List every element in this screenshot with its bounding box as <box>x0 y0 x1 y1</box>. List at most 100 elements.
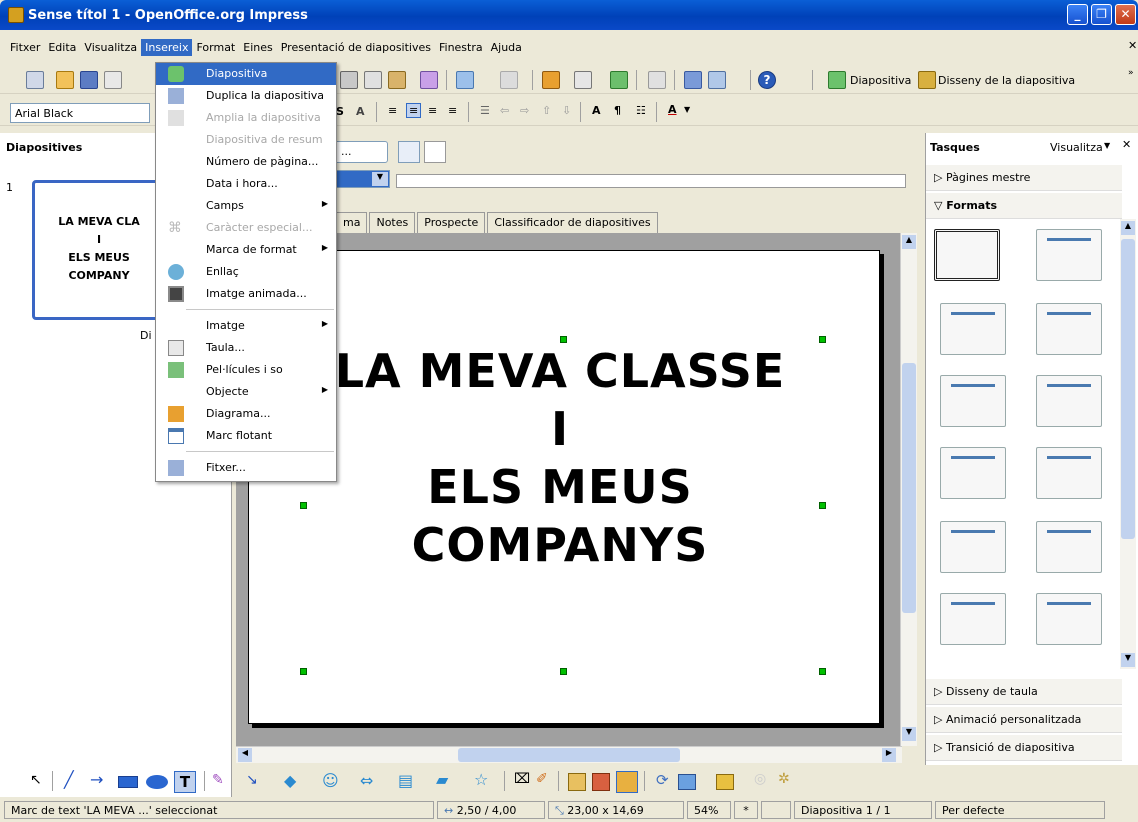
tasks-close-icon[interactable]: ✕ <box>1122 138 1131 151</box>
help-icon[interactable]: ? <box>758 71 776 89</box>
scroll-up-icon[interactable]: ▲ <box>1121 221 1135 235</box>
connector-icon[interactable]: ↘ <box>246 772 258 788</box>
scroll-left-icon[interactable]: ◀ <box>238 748 252 762</box>
menu-item-slide[interactable]: Diapositiva <box>156 63 336 85</box>
menu-item-date-time[interactable]: Data i hora... <box>156 173 336 195</box>
layout-title-object[interactable] <box>1036 375 1102 427</box>
menu-eines[interactable]: Eines <box>239 39 276 56</box>
close-document-icon[interactable]: ✕ <box>1124 37 1138 54</box>
undo-icon[interactable] <box>456 71 474 89</box>
menu-item-page-number[interactable]: Número de pàgina... <box>156 151 336 173</box>
combo-dropdown-icon[interactable]: ▼ <box>372 172 388 186</box>
text-tool-icon[interactable]: T <box>174 771 196 793</box>
scroll-right-icon[interactable]: ▶ <box>882 748 896 762</box>
zoom-icon[interactable] <box>708 71 726 89</box>
selection-handle[interactable] <box>300 668 307 675</box>
tasks-view-button[interactable]: Visualitza <box>1050 141 1103 154</box>
layout-title-text-clipart[interactable] <box>940 593 1006 645</box>
layout-title-chart-text[interactable] <box>1036 593 1102 645</box>
menu-item-formatting-mark[interactable]: Marca de format ▶ <box>156 239 336 261</box>
menu-fitxer[interactable]: Fitxer <box>6 39 44 56</box>
arrow-up-icon[interactable]: ⇧ <box>542 104 551 117</box>
menu-format[interactable]: Format <box>192 39 239 56</box>
gallery-icon[interactable] <box>592 773 610 791</box>
vertical-scrollbar[interactable]: ▲ ▼ <box>900 233 917 746</box>
section-custom-animation[interactable]: ▷ Animació personalitzada <box>926 707 1122 733</box>
justify-icon[interactable]: ≡ <box>448 104 457 117</box>
list-view-icon[interactable] <box>424 141 446 163</box>
align-center-icon[interactable]: ≡ <box>406 103 422 118</box>
select-arrow-icon[interactable]: ↖ <box>30 772 42 788</box>
tab-handout[interactable]: Prospecte <box>417 212 486 234</box>
alignment-icon[interactable] <box>678 774 696 790</box>
layout-title-content[interactable] <box>940 303 1006 355</box>
layouts-scrollbar[interactable]: ▲ ▼ <box>1120 219 1136 669</box>
tab-normal[interactable]: ma <box>336 212 368 234</box>
grid-view-icon[interactable] <box>398 141 420 163</box>
layout-title-only[interactable] <box>1036 229 1102 281</box>
table-icon[interactable] <box>574 71 592 89</box>
extrusion-icon[interactable]: ◎ <box>754 771 766 787</box>
toolbar-overflow-icon[interactable]: » <box>1128 68 1134 78</box>
align-left-icon[interactable]: ≡ <box>388 104 397 117</box>
menu-item-hyperlink[interactable]: Enllaç <box>156 261 336 283</box>
menu-item-chart[interactable]: Diagrama... <box>156 403 336 425</box>
paragraph-icon[interactable]: ¶ <box>614 104 621 117</box>
block-arrows-icon[interactable]: ⇔ <box>360 771 373 790</box>
stars-icon[interactable]: ☆ <box>474 770 488 789</box>
bullets-numbering-icon[interactable]: ☷ <box>636 104 646 117</box>
layout-title-text-chart[interactable] <box>1036 521 1102 573</box>
layout-title-two-content[interactable] <box>1036 303 1102 355</box>
shadow-icon[interactable]: S <box>336 105 344 118</box>
points-icon[interactable]: ⌧ <box>514 771 530 787</box>
scroll-down-icon[interactable]: ▼ <box>1121 653 1135 667</box>
menu-visualitza[interactable]: Visualitza <box>80 39 141 56</box>
slide-design-button[interactable]: Disseny de la diapositiva <box>938 74 1075 87</box>
tasks-view-dropdown-icon[interactable]: ▼ <box>1104 141 1110 150</box>
menu-item-floating-frame[interactable]: Marc flotant <box>156 425 336 447</box>
layout-title-text[interactable] <box>940 375 1006 427</box>
minimize-button[interactable]: _ <box>1067 4 1088 25</box>
basic-shapes-icon[interactable]: ◆ <box>284 771 296 790</box>
character-icon[interactable]: A <box>592 104 601 117</box>
maximize-button[interactable]: ❐ <box>1091 4 1112 25</box>
redo-icon[interactable] <box>500 71 518 89</box>
horizontal-scroll-thumb[interactable] <box>458 748 680 762</box>
menu-item-movie-sound[interactable]: Pel·lícules i so <box>156 359 336 381</box>
menu-item-image[interactable]: Imatge ▶ <box>156 315 336 337</box>
menu-ajuda[interactable]: Ajuda <box>487 39 526 56</box>
arrow-left-icon[interactable]: ⇦ <box>500 104 509 117</box>
new-slide-icon[interactable] <box>828 71 846 89</box>
menu-item-animated-image[interactable]: Imatge animada... <box>156 283 336 305</box>
open-folder-icon[interactable] <box>56 71 74 89</box>
menu-insereix[interactable]: Insereix <box>141 38 193 56</box>
image-icon[interactable] <box>616 771 638 793</box>
arrow-down-icon[interactable]: ⇩ <box>562 104 571 117</box>
tab-notes[interactable]: Notes <box>369 212 416 234</box>
menu-item-object[interactable]: Objecte ▶ <box>156 381 336 403</box>
arrow-right-icon[interactable]: ⇨ <box>520 104 529 117</box>
close-button[interactable]: ✕ <box>1115 4 1136 25</box>
scroll-up-icon[interactable]: ▲ <box>902 235 916 249</box>
navigator-icon[interactable] <box>684 71 702 89</box>
tab-slide-sorter[interactable]: Classificador de diapositives <box>487 212 658 234</box>
fontwork-icon[interactable]: ✐ <box>536 771 548 787</box>
new-slide-button[interactable]: Diapositiva <box>850 74 911 87</box>
vertical-scroll-thumb[interactable] <box>902 363 916 613</box>
menu-item-file[interactable]: Fitxer... <box>156 457 336 479</box>
bullets-icon[interactable]: ☰ <box>480 104 490 117</box>
selection-handle[interactable] <box>560 668 567 675</box>
selection-handle[interactable] <box>300 502 307 509</box>
font-effects-icon[interactable]: A <box>356 105 365 118</box>
section-master-pages[interactable]: ▷ Pàgines mestre <box>926 165 1122 191</box>
copy-icon[interactable] <box>364 71 382 89</box>
arrange-icon[interactable] <box>716 774 734 790</box>
cut-icon[interactable] <box>340 71 358 89</box>
symbol-shapes-icon[interactable]: ☺ <box>322 771 339 790</box>
grid-icon[interactable] <box>648 71 666 89</box>
menu-item-table[interactable]: Taula... <box>156 337 336 359</box>
font-color-dropdown-icon[interactable]: ▼ <box>684 105 690 114</box>
selection-handle[interactable] <box>560 336 567 343</box>
paste-icon[interactable] <box>388 71 406 89</box>
section-table-design[interactable]: ▷ Disseny de taula <box>926 679 1122 705</box>
